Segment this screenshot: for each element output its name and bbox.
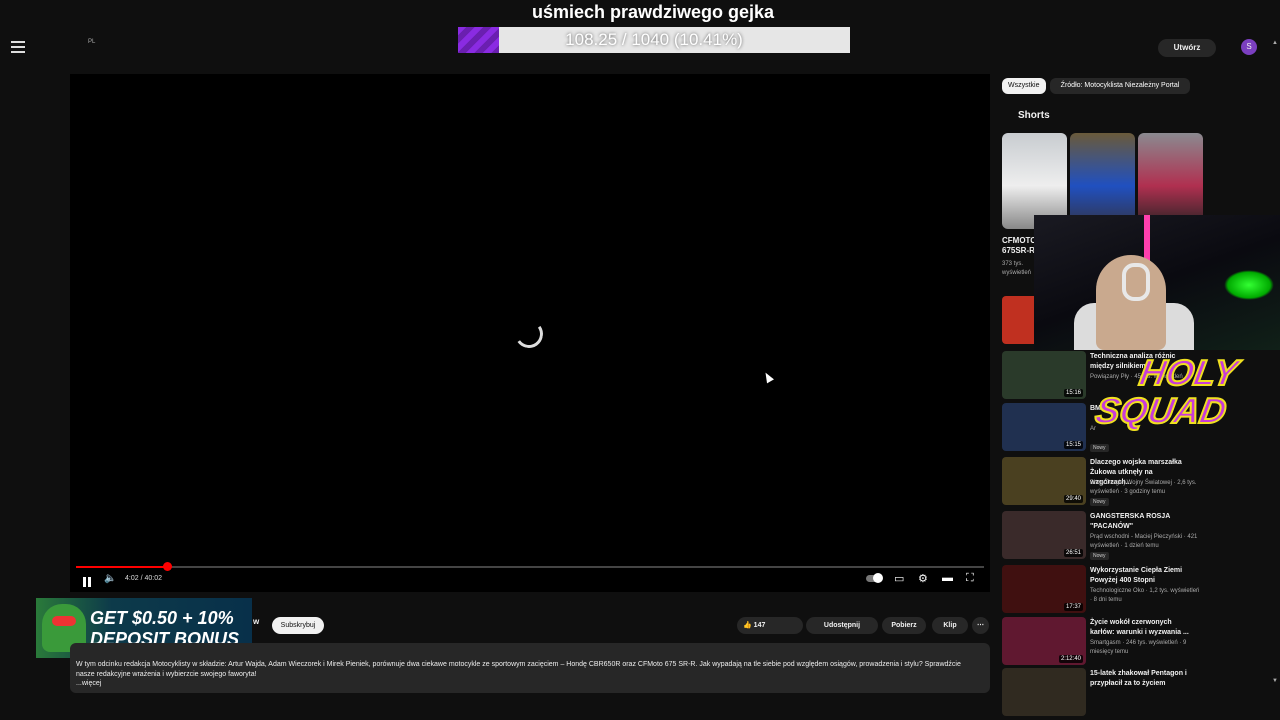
description-more-link[interactable]: ...więcej [76, 680, 101, 687]
settings-gear-icon[interactable]: ⚙ [918, 572, 928, 585]
like-count: 147 [753, 622, 766, 629]
new-badge: Nowy [1090, 552, 1109, 560]
channel-name[interactable]: w [253, 617, 259, 626]
ad-headline: GET $0.50 + 10% [90, 608, 234, 628]
video-thumbnail[interactable]: 2:12:40 [1002, 617, 1086, 665]
video-meta: Prąd wschodni - Maciej Pieczyński · 421 … [1090, 534, 1198, 549]
more-actions-button[interactable]: ⋯ [972, 617, 989, 634]
video-title[interactable]: GANGSTERSKA ROSJA "PACANÓW" [1090, 512, 1196, 532]
progress-bar[interactable] [76, 562, 984, 571]
new-badge: Nowy [1090, 444, 1109, 452]
country-code: PL [88, 39, 96, 45]
fullscreen-icon[interactable]: ⛶ [966, 572, 974, 585]
chip-all[interactable]: Wszystkie [1002, 78, 1046, 94]
video-duration: 17:37 [1063, 603, 1083, 611]
scroll-down-arrow-icon[interactable]: ▼ [1272, 678, 1278, 684]
new-badge: Nowy [1090, 498, 1109, 506]
logo-text: SQUAD [1091, 389, 1230, 432]
video-thumbnail[interactable]: 15:15 [1002, 403, 1086, 451]
subscribe-button[interactable]: Subskrybuj [272, 617, 324, 634]
subtitles-icon[interactable]: ▭ [894, 572, 904, 585]
video-title[interactable]: Życie wokół czerwonych karłów: warunki i… [1090, 618, 1196, 638]
video-thumbnail[interactable]: 29:40 [1002, 457, 1086, 505]
video-duration: 15:16 [1063, 389, 1083, 397]
download-button[interactable]: Pobierz [882, 617, 926, 634]
webcam-light [1224, 270, 1274, 300]
description-text: W tym odcinku redakcja Motocyklisty w sk… [76, 661, 961, 678]
video-duration: 29:40 [1063, 495, 1083, 503]
goal-progress-bar: 108.25 / 1040 (10.41%) [458, 27, 850, 53]
create-button[interactable]: Utwórz [1158, 39, 1216, 57]
video-meta: Smartgasm · 246 tys. wyświetleń · 9 mies… [1090, 640, 1187, 655]
video-title[interactable]: 15-latek zhakował Pentagon i przypłacił … [1090, 669, 1196, 689]
goal-title: uśmiech prawdziwego gejka [531, 2, 775, 22]
video-title[interactable]: Wykorzystanie Ciepła Ziemi Powyżej 400 S… [1090, 566, 1196, 586]
logo-text: HOLY [1135, 351, 1242, 394]
goal-progress-text: 108.25 / 1040 (10.41%) [565, 30, 743, 49]
video-thumbnail[interactable] [1002, 668, 1086, 716]
video-duration: 2:12:40 [1058, 655, 1083, 663]
video-thumbnail[interactable]: 17:37 [1002, 565, 1086, 613]
video-duration: 26:51 [1063, 549, 1083, 557]
thumb-up-icon: 👍 [743, 622, 754, 629]
theater-mode-icon[interactable]: ▬ [942, 572, 953, 584]
progress-played [76, 566, 167, 568]
hamburger-menu-icon[interactable] [11, 41, 25, 53]
short-title[interactable]: CFMOTO 675SR-R [1002, 236, 1037, 256]
autoplay-toggle[interactable] [866, 573, 883, 583]
video-duration: 15:15 [1063, 441, 1083, 449]
video-thumbnail[interactable]: 15:16 [1002, 351, 1086, 399]
video-meta: Technologiczne Oko · 1,2 tys. wyświetleń… [1090, 588, 1200, 603]
chip-source[interactable]: Źródło: Motocyklista Niezależny Portal [1050, 78, 1190, 94]
share-button[interactable]: Udostępnij [806, 617, 878, 634]
time-display: 4:02 / 40:02 [125, 575, 162, 582]
shorts-heading: Shorts [1018, 110, 1050, 121]
streamer-webcam [1034, 215, 1280, 350]
volume-icon[interactable]: 🔈 [104, 573, 116, 584]
video-meta: Bitwy Drugiej Wojny Światowej · 2,6 tys.… [1090, 480, 1197, 495]
video-thumbnail[interactable]: 26:51 [1002, 511, 1086, 559]
clip-button[interactable]: Klip [932, 617, 968, 634]
description-box[interactable]: W tym odcinku redakcja Motocyklisty w sk… [70, 643, 990, 693]
holy-squad-logo: HOLY SQUAD [1091, 351, 1270, 442]
short-views: 373 tys. wyświetleń [1002, 261, 1032, 276]
progress-scrubber[interactable] [162, 562, 172, 571]
pause-button[interactable] [83, 574, 93, 587]
scroll-up-arrow-icon[interactable]: ▲ [1272, 40, 1278, 46]
avatar[interactable]: S [1241, 39, 1257, 55]
like-button[interactable]: 👍 147 [737, 617, 803, 634]
headset-icon [1122, 263, 1150, 301]
